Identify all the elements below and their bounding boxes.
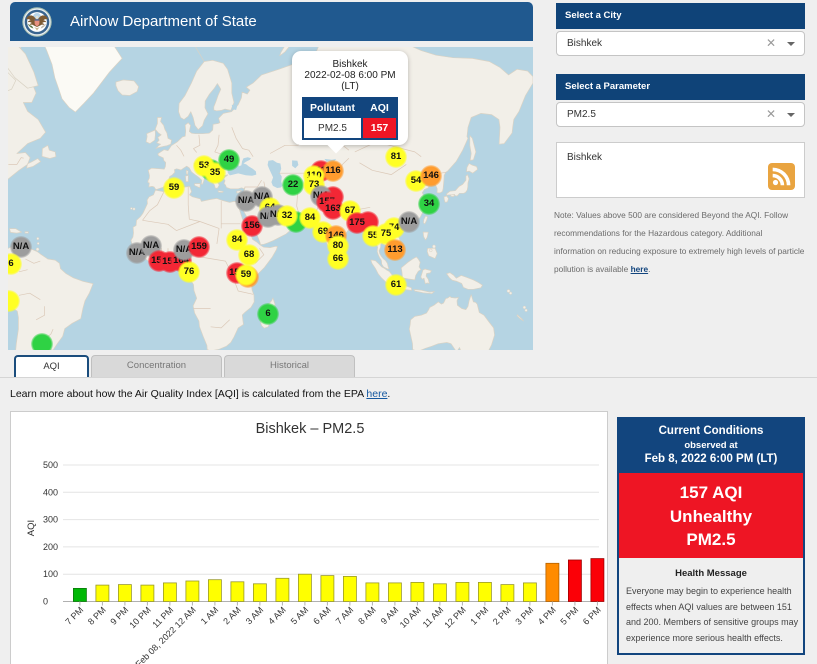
svg-text:6 AM: 6 AM [311, 605, 333, 627]
svg-text:8 AM: 8 AM [356, 605, 378, 627]
svg-text:0: 0 [43, 597, 48, 607]
svg-text:200: 200 [43, 542, 58, 552]
svg-text:500: 500 [43, 460, 58, 470]
svg-text:4 PM: 4 PM [536, 605, 558, 627]
svg-text:2 AM: 2 AM [221, 605, 243, 627]
svg-text:7 AM: 7 AM [334, 605, 356, 627]
svg-text:1 PM: 1 PM [468, 605, 490, 627]
svg-text:7 PM: 7 PM [63, 605, 85, 627]
svg-text:5 AM: 5 AM [289, 605, 311, 627]
svg-text:Bishkek – PM2.5: Bishkek – PM2.5 [256, 421, 365, 437]
svg-text:1 AM: 1 AM [199, 605, 221, 627]
svg-text:11 AM: 11 AM [421, 605, 446, 630]
svg-text:300: 300 [43, 515, 58, 525]
svg-text:6 PM: 6 PM [581, 605, 603, 627]
svg-text:8 PM: 8 PM [86, 605, 108, 627]
svg-text:3 PM: 3 PM [513, 605, 535, 627]
svg-text:12 PM: 12 PM [442, 605, 467, 630]
svg-text:5 PM: 5 PM [558, 605, 580, 627]
svg-text:400: 400 [43, 487, 58, 497]
svg-text:3 AM: 3 AM [244, 605, 266, 627]
svg-text:AQI: AQI [26, 520, 37, 536]
svg-text:10 PM: 10 PM [127, 605, 152, 630]
svg-text:100: 100 [43, 569, 58, 579]
svg-text:2 PM: 2 PM [491, 605, 513, 627]
svg-text:10 AM: 10 AM [398, 605, 423, 630]
svg-text:4 AM: 4 AM [266, 605, 288, 627]
